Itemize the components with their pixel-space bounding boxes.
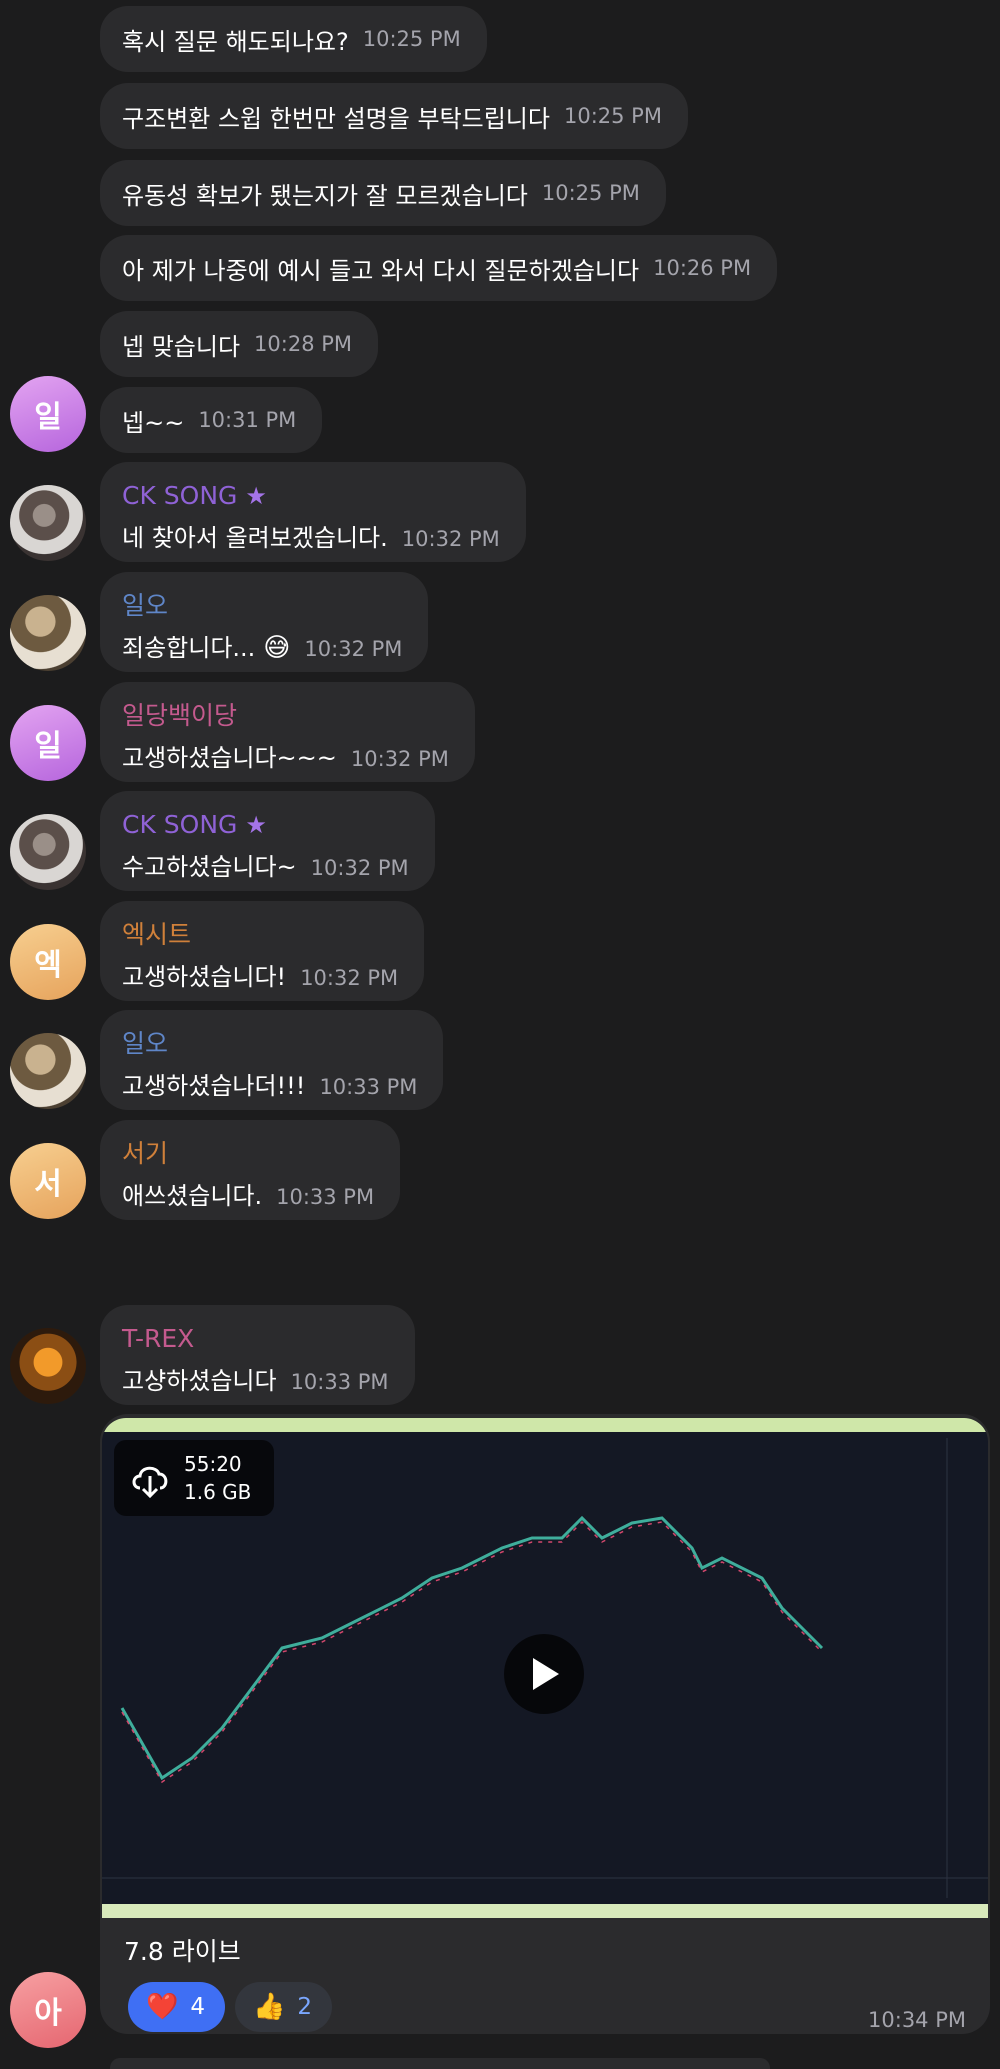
star-icon: ★: [245, 811, 267, 839]
avatar[interactable]: [10, 1328, 86, 1404]
message-text: 죄송합니다...: [122, 634, 256, 662]
play-button[interactable]: [504, 1634, 584, 1714]
sender-name[interactable]: 일오: [122, 590, 402, 622]
message-text: 구조변환 스윕 한번만 설명을 부탁드립니다: [122, 104, 550, 133]
message-time: 10:28 PM: [254, 332, 353, 356]
taskbar: [102, 1904, 988, 1918]
message-time: 10:34 PM: [868, 2008, 966, 2032]
cloud-download-icon: [132, 1466, 168, 1499]
sender-name[interactable]: 서기: [122, 1138, 374, 1170]
message-time: 10:32 PM: [401, 527, 500, 551]
message-bubble[interactable]: 구조변환 스윕 한번만 설명을 부탁드립니다 10:25 PM: [100, 83, 688, 149]
message-bubble[interactable]: T-REX 고샹하셨습니다 10:33 PM: [100, 1305, 415, 1405]
message-bubble[interactable]: 엑시트 고생하셨습니다! 10:32 PM: [100, 901, 425, 1001]
message-time: 10:33 PM: [276, 1185, 375, 1209]
avatar[interactable]: 아: [10, 1972, 86, 2048]
play-icon: [533, 1658, 559, 1690]
grinning-sweat-emoji-icon: 😅: [263, 633, 291, 663]
message-time: 10:25 PM: [563, 104, 662, 128]
avatar[interactable]: 일: [10, 705, 86, 781]
message-time: 10:25 PM: [541, 181, 640, 205]
message-time: 10:32 PM: [310, 856, 409, 880]
message-bubble[interactable]: CK SONG ★ 네 찾아서 올려보겠습니다. 10:32 PM: [100, 462, 526, 562]
sender-name[interactable]: 일당백이당: [122, 700, 449, 732]
message-time: 10:32 PM: [304, 637, 403, 661]
video-duration: 55:20: [184, 1452, 242, 1476]
avatar[interactable]: 서: [10, 1143, 86, 1219]
message-bubble[interactable]: 유동성 확보가 됐는지가 잘 모르겠습니다 10:25 PM: [100, 160, 666, 226]
video-size: 1.6 GB: [184, 1480, 252, 1504]
message-bubble[interactable]: 일오 죄송합니다... 😅 10:32 PM: [100, 572, 429, 672]
download-badge[interactable]: 55:20 1.6 GB: [114, 1440, 274, 1516]
message-text: 수고하셨습니다~: [122, 853, 297, 881]
message-text: 고샹하셨습니다: [122, 1367, 277, 1395]
message-time: 10:26 PM: [653, 256, 752, 280]
message-time: 10:31 PM: [198, 408, 297, 432]
star-icon: ★: [245, 482, 267, 510]
video-preview[interactable]: 55:20 1.6 GB: [102, 1418, 988, 1918]
message-bubble[interactable]: 서기 애쓰셨습니다. 10:33 PM: [100, 1120, 401, 1220]
message-bubble[interactable]: 넵~~ 10:31 PM: [100, 387, 323, 453]
message-bubble[interactable]: 넵 맞습니다 10:28 PM: [100, 311, 379, 377]
message-bubble[interactable]: 일당백이당 고생하셨습니다~~~ 10:32 PM: [100, 682, 475, 782]
avatar[interactable]: 엑: [10, 924, 86, 1000]
message-text: 애쓰셨습니다.: [122, 1182, 263, 1210]
sender-name[interactable]: 일오: [122, 1028, 417, 1060]
reaction-count: 4: [190, 1994, 206, 2020]
avatar[interactable]: [10, 814, 86, 890]
message-bubble[interactable]: 일오 고생하셨습나더!!! 10:33 PM: [100, 1010, 444, 1110]
message-text: 고생하셨습니다!: [122, 963, 287, 991]
sender-name[interactable]: T-REX: [122, 1323, 389, 1355]
sender-name[interactable]: 엑시트: [122, 919, 398, 951]
message-time: 10:33 PM: [319, 1075, 418, 1099]
video-caption: 7.8 라이브: [124, 1937, 241, 1966]
message-text: 고생하셨습나더!!!: [122, 1072, 306, 1100]
message-text: 유동성 확보가 됐는지가 잘 모르겠습니다: [122, 181, 528, 210]
video-message[interactable]: 55:20 1.6 GB 7.8 라이브 ❤️ 4 👍 2 10:34 PM: [100, 1414, 990, 2034]
avatar[interactable]: 일: [10, 376, 86, 452]
avatar[interactable]: [10, 595, 86, 671]
message-time: 10:33 PM: [290, 1370, 389, 1394]
message-time: 10:25 PM: [362, 27, 461, 51]
message-text: 아 제가 나중에 예시 들고 와서 다시 질문하겠습니다: [122, 256, 640, 285]
message-bubble[interactable]: 혹시 질문 해도되나요? 10:25 PM: [100, 6, 487, 72]
sender-name[interactable]: CK SONG ★: [122, 480, 500, 512]
thumbs-up-icon: 👍: [253, 1992, 286, 2022]
message-text: 넵 맞습니다: [122, 332, 241, 361]
avatar[interactable]: [10, 485, 86, 561]
reaction-heart[interactable]: ❤️ 4: [128, 1982, 226, 2032]
message-text: 네 찾아서 올려보겠습니다.: [122, 524, 388, 552]
message-time: 10:32 PM: [350, 747, 449, 771]
sender-name[interactable]: CK SONG ★: [122, 809, 409, 841]
message-text: 고생하셨습니다~~~: [122, 744, 337, 772]
avatar[interactable]: [10, 1033, 86, 1109]
message-bubble[interactable]: 아 제가 나중에 예시 들고 와서 다시 질문하겠습니다 10:26 PM: [100, 235, 778, 301]
message-bubble[interactable]: CK SONG ★ 수고하셨습니다~ 10:32 PM: [100, 791, 435, 891]
message-time: 10:32 PM: [300, 966, 399, 990]
heart-icon: ❤️: [146, 1992, 179, 2022]
reactions: ❤️ 4 👍 2: [128, 1982, 333, 2032]
next-message-preview: [110, 2058, 770, 2069]
message-text: 넵~~: [122, 408, 185, 437]
reaction-count: 2: [297, 1994, 313, 2020]
message-text: 혹시 질문 해도되나요?: [122, 27, 349, 56]
reaction-thumbs-up[interactable]: 👍 2: [235, 1982, 333, 2032]
